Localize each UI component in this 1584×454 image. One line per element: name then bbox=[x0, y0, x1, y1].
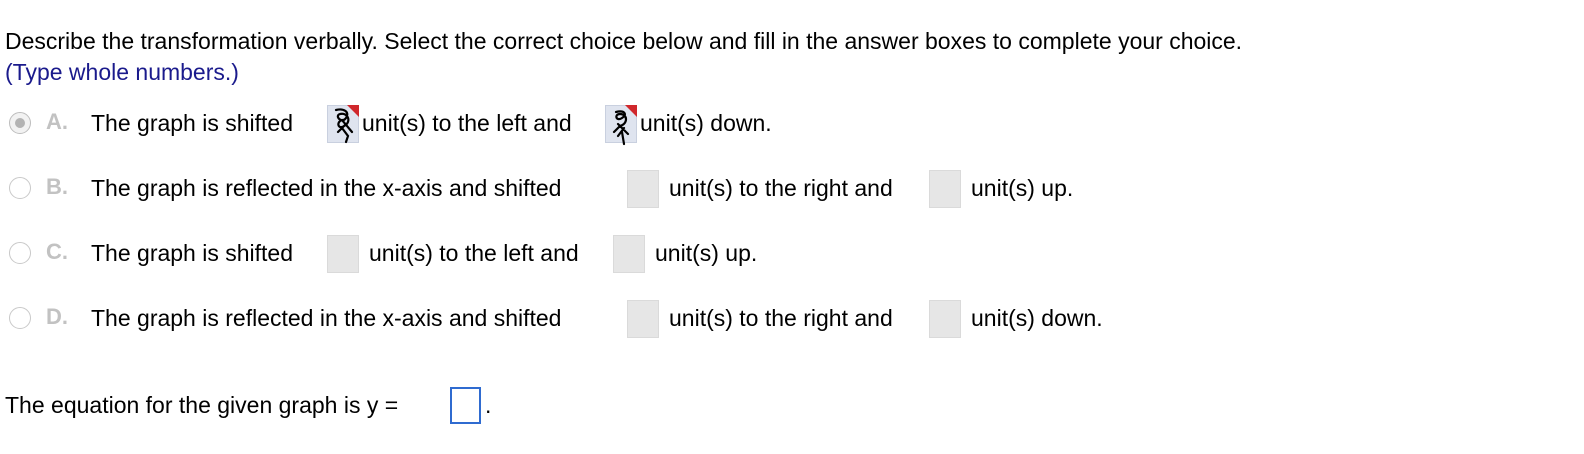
choice-c-input-1[interactable] bbox=[327, 235, 359, 273]
choice-a-radio[interactable] bbox=[9, 112, 31, 134]
choice-a-letter: A. bbox=[46, 109, 68, 134]
choice-c[interactable]: C. The graph is shifted unit(s) to the l… bbox=[0, 231, 1584, 275]
choice-c-text-3: unit(s) up. bbox=[655, 240, 758, 266]
choice-b-letter: B. bbox=[46, 174, 68, 199]
choice-a-input-2[interactable] bbox=[605, 105, 637, 146]
choice-a-text-3: unit(s) down. bbox=[640, 110, 772, 136]
incorrect-flag-icon bbox=[347, 105, 359, 117]
choice-b-radio[interactable] bbox=[9, 177, 31, 199]
choice-c-text-1: The graph is shifted bbox=[91, 240, 294, 266]
choice-c-text-2: unit(s) to the left and bbox=[369, 240, 579, 266]
choice-d-input-2[interactable] bbox=[929, 300, 961, 338]
choice-c-letter: C. bbox=[46, 239, 68, 264]
choice-b-input-1[interactable] bbox=[627, 170, 659, 208]
choice-d-input-1[interactable] bbox=[627, 300, 659, 338]
question-instruction: Describe the transformation verbally. Se… bbox=[5, 28, 1243, 54]
choice-b-text-2: unit(s) to the right and bbox=[669, 175, 893, 201]
equation-period: . bbox=[485, 392, 492, 418]
choice-d[interactable]: D. The graph is reflected in the x-axis … bbox=[0, 296, 1584, 340]
choice-d-text-1: The graph is reflected in the x-axis and… bbox=[91, 305, 562, 331]
choice-a-text-2: unit(s) to the left and bbox=[362, 110, 572, 136]
choice-d-letter: D. bbox=[46, 304, 68, 329]
choice-b-text-3: unit(s) up. bbox=[971, 175, 1074, 201]
choice-c-radio[interactable] bbox=[9, 242, 31, 264]
choice-d-radio[interactable] bbox=[9, 307, 31, 329]
choice-d-text-2: unit(s) to the right and bbox=[669, 305, 893, 331]
choice-c-input-2[interactable] bbox=[613, 235, 645, 273]
equation-answer-input[interactable] bbox=[450, 387, 481, 424]
choice-b-text-1: The graph is reflected in the x-axis and… bbox=[91, 175, 562, 201]
choice-a[interactable]: A. The graph is shifted unit(s) to the l… bbox=[0, 101, 1584, 146]
radio-selected-dot bbox=[15, 118, 25, 128]
question-hint: (Type whole numbers.) bbox=[5, 59, 239, 85]
choice-a-text-1: The graph is shifted bbox=[91, 110, 294, 136]
equation-label: The equation for the given graph is y = bbox=[5, 392, 399, 418]
choice-b[interactable]: B. The graph is reflected in the x-axis … bbox=[0, 166, 1584, 210]
choice-d-text-3: unit(s) down. bbox=[971, 305, 1103, 331]
choice-b-input-2[interactable] bbox=[929, 170, 961, 208]
incorrect-flag-icon bbox=[625, 105, 637, 117]
choice-a-input-1[interactable] bbox=[327, 105, 359, 144]
